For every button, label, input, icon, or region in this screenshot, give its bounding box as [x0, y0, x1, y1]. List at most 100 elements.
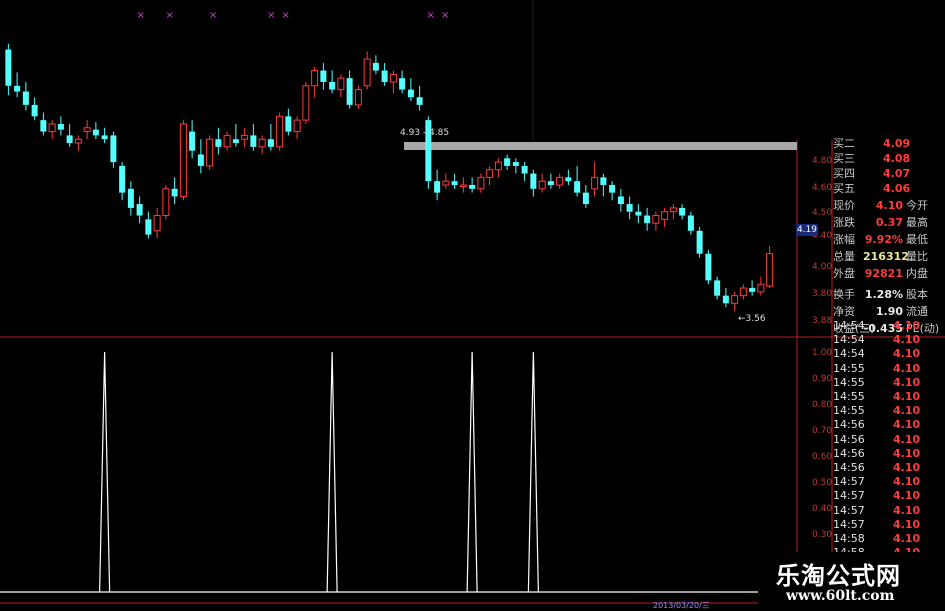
indicator-tick: 0.50 [812, 478, 833, 488]
stat-value: 1.28% [864, 288, 903, 301]
indicator-tick: 0.90 [812, 374, 833, 384]
candle-down [22, 91, 29, 105]
candle-down [250, 135, 257, 147]
tick-price: 4.10 [893, 347, 921, 361]
price-tick: 4.60 [812, 183, 833, 193]
tick-price: 4.10 [893, 319, 921, 332]
stat-value: 4.10 [875, 199, 903, 212]
candle-up [459, 184, 467, 187]
candle-down [416, 97, 423, 105]
indicator-tick: 0.40 [812, 504, 833, 514]
stat-row: 涨跌 0.37 最高 [833, 215, 945, 230]
tick-price: 4.10 [893, 503, 921, 517]
order-price: 4.08 [883, 152, 911, 165]
signal-marker: × [267, 10, 275, 21]
candle-up [179, 123, 187, 197]
signal-marker: × [427, 10, 435, 21]
quote-panel: 买二 4.09 买三 4.08 买四 4.07 买五 4.06 现价 4.10 今开 涨跌 0.37 最… [833, 136, 945, 573]
candle-down [381, 70, 388, 82]
candle-up [757, 283, 765, 293]
tick-price: 4.10 [893, 418, 921, 432]
stat-value: 9.92% [864, 233, 903, 246]
tick-time: 14:55 [833, 375, 865, 389]
candle-down [372, 62, 379, 71]
candle-down [635, 211, 642, 216]
tick-time: 14:55 [833, 390, 865, 403]
candle-down [171, 188, 178, 197]
candle-down [14, 85, 21, 92]
order-label: 买三 [833, 152, 855, 165]
watermark: 乐淘公式网 www.60lt.com [758, 552, 945, 609]
signal-spike [99, 351, 111, 593]
indicator-tick: 1.00 [812, 348, 833, 358]
stat-label-2: 今开 [906, 199, 928, 212]
stat-label: 换手 [833, 288, 855, 301]
candle-down [215, 139, 222, 147]
candle-down [434, 181, 441, 193]
stat-row: 换手 1.28% 股本 [833, 287, 945, 302]
tick-time: 14:56 [833, 461, 865, 474]
stat-label: 外盘 [833, 267, 855, 280]
candle-down [644, 215, 651, 224]
tick-row: 14:58 4.10 [833, 532, 945, 546]
price-tick: 4.00 [812, 262, 833, 272]
signal-marker: × [282, 10, 290, 21]
order-label: 买五 [833, 182, 855, 195]
tick-time: 14:56 [833, 432, 865, 446]
tick-time: 14:54 [833, 333, 865, 347]
candle-up [337, 77, 345, 91]
stat-value: 0.37 [875, 216, 903, 229]
watermark-url: www.60lt.com [786, 588, 895, 604]
tick-price: 4.10 [893, 390, 921, 403]
candle-up [556, 176, 564, 186]
signal-marker: × [441, 10, 449, 21]
x-date-label: 2013/03/20/三 [653, 601, 710, 610]
tick-price: 4.10 [893, 532, 921, 545]
candle-up [258, 138, 266, 148]
price-tick: 4.80 [812, 156, 833, 166]
tick-row: 14:54 4.10 [833, 347, 945, 361]
kline-chart[interactable]: × × × × × × × [0, 0, 945, 609]
candle-down [66, 135, 73, 144]
candle-down [451, 181, 458, 185]
order-price: 4.06 [883, 182, 911, 195]
tick-price: 4.10 [893, 361, 921, 375]
signal-spike [527, 351, 539, 593]
candle-down [626, 204, 633, 212]
candle-up [83, 127, 91, 133]
signal-marker: × [209, 10, 217, 21]
order-book-row: 买四 4.07 [833, 166, 945, 181]
candle-down [92, 129, 99, 136]
tick-row: 14:55 4.10 [833, 376, 945, 390]
stat-label-2: 流通 [906, 305, 928, 318]
candle-up [223, 134, 231, 148]
candle-down [547, 181, 554, 185]
tick-time: 14:54 [833, 347, 865, 361]
candle-up [669, 207, 677, 213]
stat-label: 总量 [833, 250, 855, 263]
candle-down [136, 204, 143, 216]
candle-up [766, 253, 774, 287]
tick-row: 14:54 4.10 [833, 319, 945, 333]
stat-label-2: 量比 [906, 250, 928, 263]
stat-label: 现价 [833, 199, 855, 212]
tick-price: 4.10 [893, 404, 921, 418]
indicator-tick: 0.80 [812, 400, 833, 410]
candle-down [530, 173, 537, 189]
candle-down [574, 181, 581, 193]
tick-price: 4.10 [893, 517, 921, 531]
candle-down [232, 139, 239, 144]
order-book-row: 买三 4.08 [833, 151, 945, 166]
tick-time: 14:55 [833, 361, 865, 375]
candle-down [749, 288, 756, 292]
candle-up [48, 123, 56, 133]
candle-down [31, 104, 38, 117]
candle-up [363, 58, 371, 87]
candle-up [162, 188, 170, 217]
candle-down [609, 185, 616, 193]
candle-down [565, 177, 572, 182]
stat-row: 净资 1.90 流通 [833, 304, 945, 319]
signal-spike [326, 351, 338, 593]
tick-price: 4.10 [893, 446, 921, 460]
candle-up [354, 89, 362, 106]
